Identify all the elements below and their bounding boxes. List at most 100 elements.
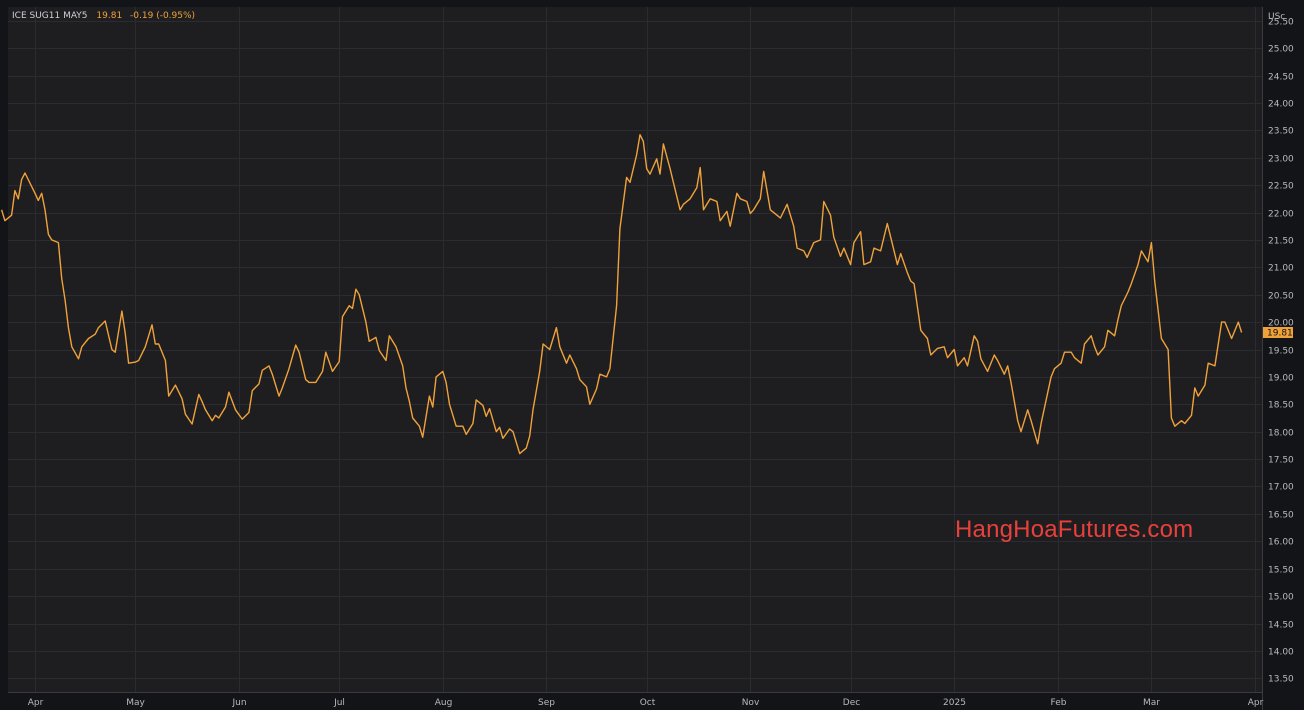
price-point (672, 181, 674, 183)
symbol-legend: ICE SUG11 MAY5 19.81 -0.19 (-0.95%) (12, 11, 195, 21)
price-point (111, 348, 113, 350)
price-point (1060, 362, 1062, 364)
price-point (1020, 431, 1022, 433)
price-point (719, 220, 721, 222)
price-point (41, 192, 43, 194)
price-tick-label: 14.50 (1268, 621, 1294, 631)
price-point (174, 384, 176, 386)
price-point (81, 346, 83, 348)
time-axis[interactable]: Apr May Jun Jul Aug Sep Oct Nov Dec 2025 Feb Mar Apr (8, 692, 1264, 709)
price-tick-label: 24.00 (1268, 100, 1294, 110)
chart-window: 13.50 14.00 14.50 15.00 15.50 16.00 16.50 17.00… (0, 0, 1304, 710)
price-point (776, 214, 778, 216)
price-point (218, 417, 220, 419)
price-point (214, 414, 216, 416)
price-point (615, 305, 617, 307)
price-point (569, 354, 571, 356)
price-point (268, 365, 270, 367)
price-point (646, 168, 648, 170)
price-tick-label: 15.50 (1268, 566, 1294, 576)
price-point (1224, 321, 1226, 323)
price-tick-label: 17.50 (1268, 456, 1294, 466)
price-chart[interactable]: 13.50 14.00 14.50 15.00 15.50 16.00 16.50 17.00… (0, 0, 1304, 710)
price-tick-label: 13.50 (1268, 675, 1294, 685)
price-point (900, 252, 902, 254)
price-point (184, 413, 186, 415)
price-point (465, 433, 467, 435)
price-point (890, 236, 892, 238)
price-point (803, 250, 805, 252)
price-point (228, 391, 230, 393)
plot-pane[interactable] (8, 7, 1262, 692)
price-point (926, 337, 928, 339)
price-point (525, 447, 527, 449)
watermark-text: HangHoaFutures.com (955, 516, 1194, 543)
price-point (906, 272, 908, 274)
price-point (1010, 381, 1012, 383)
price-point (642, 140, 644, 142)
price-point (716, 200, 718, 202)
time-tick-label: Aug (435, 698, 453, 708)
price-point (1037, 443, 1039, 445)
price-point (1154, 280, 1156, 282)
price-point (127, 362, 129, 364)
price-point (796, 247, 798, 249)
price-point (271, 373, 273, 375)
time-tick-label: 2025 (943, 698, 966, 708)
price-point (351, 307, 353, 309)
price-point (813, 241, 815, 243)
price-point (1194, 387, 1196, 389)
price-point (338, 360, 340, 362)
price-point (629, 181, 631, 183)
price-tick-label: 17.00 (1268, 483, 1294, 493)
price-tick-label: 19.00 (1268, 374, 1294, 384)
price-point (508, 428, 510, 430)
price-point (1167, 348, 1169, 350)
price-point (412, 417, 414, 419)
price-point (532, 409, 534, 411)
price-point (164, 359, 166, 361)
price-point (1207, 362, 1209, 364)
price-point (879, 250, 881, 252)
price-point (154, 343, 156, 345)
time-tick-label: Jul (333, 698, 345, 708)
price-point (418, 425, 420, 427)
price-point (378, 349, 380, 351)
price-point (859, 231, 861, 233)
price-point (34, 192, 36, 194)
price-point (348, 305, 350, 307)
price-point (1130, 283, 1132, 285)
symbol-name[interactable]: ICE SUG11 MAY5 (12, 11, 88, 21)
price-point (94, 333, 96, 335)
price-point (873, 247, 875, 249)
price-point (689, 198, 691, 200)
price-point (1107, 329, 1109, 331)
price-point (204, 409, 206, 411)
price-tick-label: 21.50 (1268, 237, 1294, 247)
time-tick-label: Mar (1143, 698, 1160, 708)
price-point (699, 166, 701, 168)
price-axis[interactable]: 13.50 14.00 14.50 15.00 15.50 16.00 16.50 17.00… (1262, 7, 1295, 710)
price-point (609, 368, 611, 370)
price-point (1127, 291, 1129, 293)
price-point (763, 170, 765, 172)
price-point (121, 310, 123, 312)
price-point (1080, 362, 1082, 364)
price-point (1050, 376, 1052, 378)
price-point (37, 199, 39, 201)
price-point (485, 415, 487, 417)
price-point (61, 277, 63, 279)
price-point (863, 263, 865, 265)
price-point (542, 343, 544, 345)
time-tick-label: Oct (640, 698, 656, 708)
price-point (355, 288, 357, 290)
price-point (549, 348, 551, 350)
price-point (1070, 351, 1072, 353)
price-point (375, 336, 377, 338)
price-point (1090, 335, 1092, 337)
price-point (656, 158, 658, 160)
price-point (198, 393, 200, 395)
price-point (331, 370, 333, 372)
price-point (843, 247, 845, 249)
time-tick-label: Dec (843, 698, 860, 708)
